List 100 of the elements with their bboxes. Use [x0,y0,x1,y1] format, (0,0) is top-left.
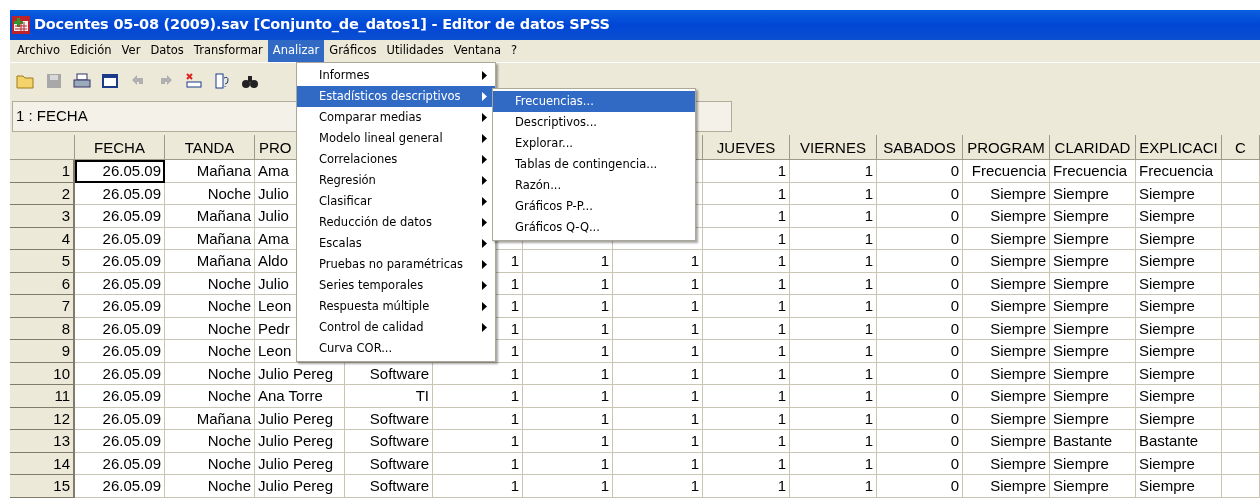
table-cell: 1 [790,227,877,250]
table-cell: 1 [790,362,877,385]
table-cell: 1 [790,295,877,318]
table-cell: 1 [703,340,790,363]
table-cell: 1 [703,160,790,183]
table-cell: Siempre [963,407,1050,430]
table-cell: 26.05.09 [75,340,165,363]
table-cell: Software [345,430,433,453]
table-cell: Siempre [1050,295,1136,318]
table-cell: 1 [703,385,790,408]
table-cell: Mañana [165,407,255,430]
table-cell: Siempre [1050,452,1136,475]
table-cell: 1 [790,340,877,363]
table-cell: Noche [165,340,255,363]
table-cell: Frecuencia [963,160,1050,183]
table-cell: Noche [165,475,255,498]
table-cell: 1 [523,475,613,498]
table-cell: Siempre [1050,475,1136,498]
table-cell: 1 [433,385,523,408]
table-cell: 1 [703,430,790,453]
table-cell: 1 [703,205,790,228]
table-cell: 1 [613,452,703,475]
table-cell: 1 [790,272,877,295]
table-cell: Julio Pereg [255,452,345,475]
table-cell: 1 [790,250,877,273]
table-cell: Noche [165,182,255,205]
table-cell: Siempre [1050,340,1136,363]
table-cell: 0 [877,317,963,340]
table-cell: 26.05.09 [75,475,165,498]
table-cell: Siempre [1050,362,1136,385]
table-cell: Siempre [1050,385,1136,408]
table-cell: Siempre [963,205,1050,228]
table-cell: Siempre [1050,272,1136,295]
table-cell: 0 [877,227,963,250]
table-cell: Siempre [1136,385,1222,408]
table-cell: Siempre [1136,362,1222,385]
table-cell: Julio Pereg [255,475,345,498]
table-cell: Noche [165,272,255,295]
table-cell: Siempre [963,475,1050,498]
table-cell: Siempre [963,452,1050,475]
table-cell: Siempre [963,182,1050,205]
table-cell: Siempre [1050,182,1136,205]
table-cell: 1 [613,272,703,295]
table-cell: 1 [523,407,613,430]
table-cell: Siempre [1136,452,1222,475]
table-cell: 26.05.09 [75,272,165,295]
table-cell: Bastante [1050,430,1136,453]
table-cell: 1 [790,385,877,408]
table-cell: Siempre [963,250,1050,273]
table-cell: 26.05.09 [75,250,165,273]
table-cell: Siempre [963,272,1050,295]
table-cell: 1 [703,250,790,273]
table-cell: 1 [790,182,877,205]
table-cell: Mañana [165,250,255,273]
table-cell: 1 [790,475,877,498]
table-cell: Mañana [165,227,255,250]
table-cell: 1 [613,250,703,273]
table-cell: Siempre [1136,407,1222,430]
table-cell: 1 [703,452,790,475]
table-cell: 1 [703,407,790,430]
table-cell: 26.05.09 [75,452,165,475]
table-cell: 1 [790,407,877,430]
table-cell: 1 [523,272,613,295]
table-cell: 26.05.09 [75,430,165,453]
table-cell: Siempre [1136,317,1222,340]
table-cell: 0 [877,295,963,318]
table-cell: 1 [790,205,877,228]
table-cell: 26.05.09 [75,160,165,183]
table-cell: 1 [703,227,790,250]
table-cell: Siempre [1050,317,1136,340]
table-cell: Noche [165,362,255,385]
table-cell: Siempre [1136,272,1222,295]
table-cell: 1 [433,430,523,453]
table-cell: 26.05.09 [75,317,165,340]
table-cell: Mañana [165,160,255,183]
table-cell: Siempre [963,227,1050,250]
table-cell: Software [345,452,433,475]
table-cell: 26.05.09 [75,407,165,430]
table-cell: Ana Torre [255,385,345,408]
table-cell: 26.05.09 [75,205,165,228]
table-cell: 26.05.09 [75,182,165,205]
table-cell: Siempre [1136,182,1222,205]
table-cell: 1 [613,475,703,498]
table-cell: 1 [433,475,523,498]
table-cell: Frecuencia [1050,160,1136,183]
table-cell: Siempre [1050,407,1136,430]
table-cell: Noche [165,317,255,340]
table-cell: 1 [703,317,790,340]
table-cell: Julio Pereg [255,407,345,430]
table-cell: 0 [877,205,963,228]
table-cell: 1 [613,362,703,385]
table-cell: Bastante [1136,430,1222,453]
table-cell: 1 [703,295,790,318]
table-cell: Noche [165,430,255,453]
table-cell: 1 [790,160,877,183]
table-cell: Noche [165,385,255,408]
table-cell: Software [345,475,433,498]
table-cell: 0 [877,160,963,183]
table-cell: 0 [877,340,963,363]
table-cell: Siempre [963,362,1050,385]
